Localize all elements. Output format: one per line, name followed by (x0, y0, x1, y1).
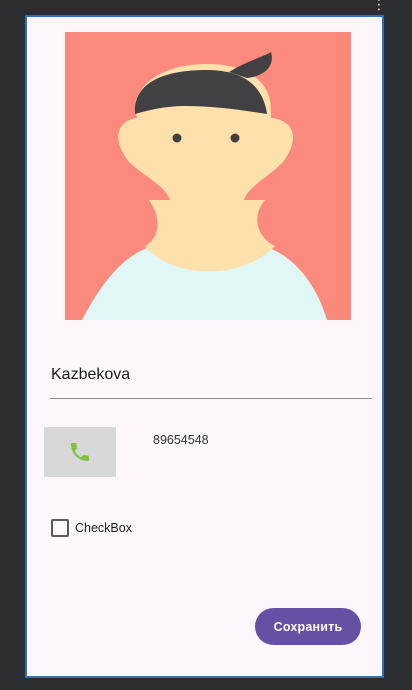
contact-avatar-image (65, 32, 351, 320)
checkbox[interactable]: CheckBox (51, 517, 132, 539)
save-button[interactable]: Сохранить (255, 608, 361, 645)
name-field[interactable] (50, 351, 372, 399)
contact-screen: 89654548 CheckBox Сохранить (27, 17, 382, 676)
phone-number-text: 89654548 (153, 433, 209, 447)
phone-icon (71, 443, 89, 461)
more-vert-icon[interactable]: ⋮ (372, 0, 386, 12)
checkbox-label: CheckBox (75, 521, 132, 535)
call-button[interactable] (44, 427, 116, 477)
app-window: 89654548 CheckBox Сохранить (25, 15, 384, 678)
checkbox-box[interactable] (51, 519, 69, 537)
